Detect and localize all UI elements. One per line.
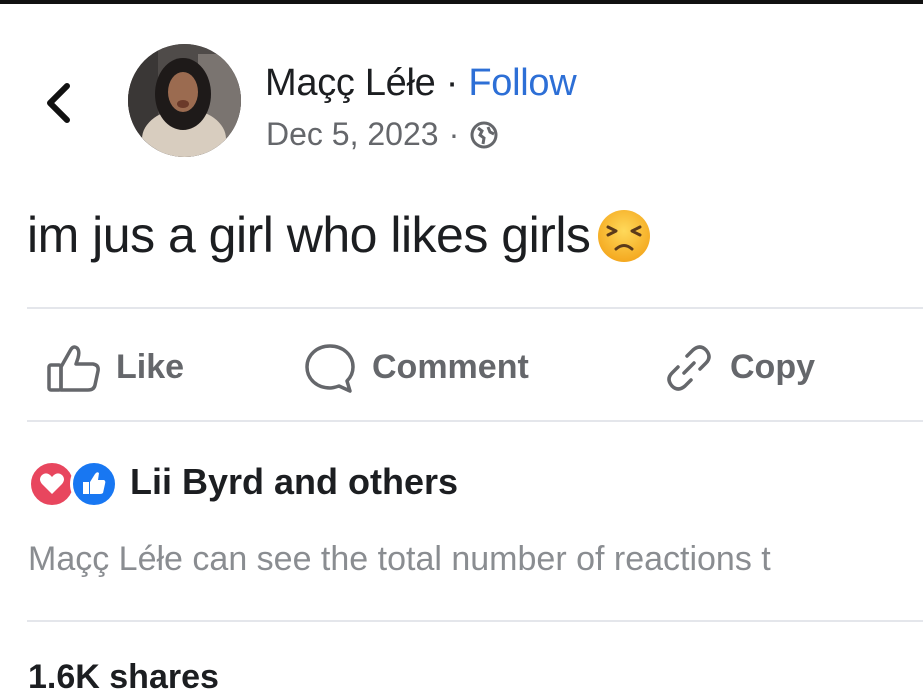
post-date[interactable]: Dec 5, 2023	[266, 116, 439, 153]
divider	[27, 307, 923, 309]
divider	[27, 620, 923, 622]
persevering-face-emoji	[598, 210, 651, 262]
love-reaction-icon	[28, 460, 76, 508]
post-meta: Dec 5, 2023 ·	[266, 116, 499, 153]
post-text: im jus a girl who likes girls	[27, 205, 654, 265]
meta-separator: ·	[448, 116, 460, 152]
reaction-icons	[28, 460, 126, 508]
post-body: im jus a girl who likes girls	[27, 207, 591, 263]
back-button[interactable]	[38, 78, 78, 128]
shares-count[interactable]: 1.6K shares	[28, 658, 219, 697]
author-name[interactable]: Maçç Léłe	[265, 62, 436, 104]
copy-link-button[interactable]: Copy	[662, 330, 815, 405]
chevron-left-icon	[47, 83, 70, 123]
avatar[interactable]	[128, 44, 241, 157]
like-button[interactable]: Like	[46, 330, 184, 405]
divider	[27, 420, 923, 422]
like-label: Like	[116, 348, 185, 386]
like-reaction-icon	[70, 460, 118, 508]
post-header: Maçç Léłe · Follow	[265, 62, 577, 105]
action-bar: Like Comment Copy	[0, 330, 923, 405]
globe-icon	[470, 121, 498, 148]
copy-label: Copy	[730, 348, 815, 386]
thumbs-up-icon	[47, 344, 100, 392]
comment-bubble-icon	[305, 343, 355, 393]
link-icon	[667, 344, 711, 391]
follow-button[interactable]: Follow	[468, 62, 576, 104]
reactions-info: Maçç Léłe can see the total number of re…	[28, 540, 771, 578]
reactions-text: Lii Byrd and others	[130, 461, 459, 502]
separator: ·	[435, 62, 469, 104]
reactions-summary[interactable]: Lii Byrd and others	[28, 460, 459, 508]
comment-label: Comment	[372, 348, 529, 386]
comment-button[interactable]: Comment	[302, 330, 529, 405]
avatar-photo	[128, 44, 241, 157]
top-border	[0, 0, 923, 4]
